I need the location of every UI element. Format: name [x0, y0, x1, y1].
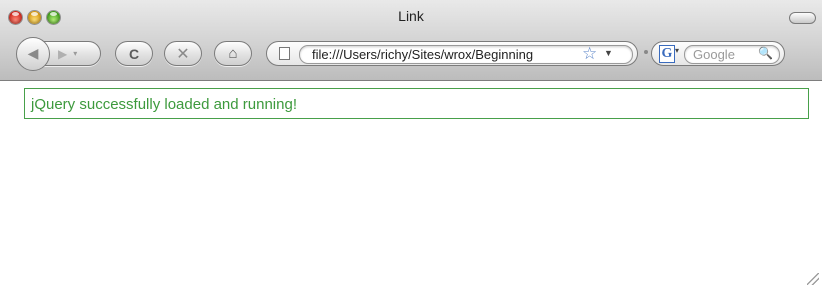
toolbar-toggle-button[interactable]: [789, 12, 816, 24]
resize-grip-icon[interactable]: [807, 273, 819, 285]
forward-button[interactable]: ▶: [58, 47, 67, 61]
separator-dot: [644, 50, 648, 54]
home-icon: ⌂: [228, 45, 238, 62]
back-button[interactable]: ◀: [16, 36, 50, 71]
stop-button[interactable]: ✕: [164, 41, 202, 66]
nav-button-group: ◀ ▶ ▾: [16, 36, 101, 71]
url-text[interactable]: file:///Users/richy/Sites/wrox/Beginning: [312, 47, 576, 62]
forward-arrow-icon: ▶: [58, 46, 68, 61]
history-dropdown-icon[interactable]: ▾: [73, 49, 77, 58]
reload-button[interactable]: C: [115, 41, 153, 66]
url-dropdown-icon[interactable]: ▼: [604, 48, 613, 58]
home-button[interactable]: ⌂: [214, 41, 252, 66]
back-arrow-icon: ◀: [27, 45, 39, 61]
browser-window: Link ◀ ▶ ▾ C ✕ ⌂ file:///Users/richy/Sit…: [0, 0, 822, 288]
status-message-box: jQuery successfully loaded and running!: [24, 88, 809, 119]
search-input[interactable]: Google 🔍: [684, 45, 780, 64]
search-icon[interactable]: 🔍: [758, 46, 773, 60]
status-message: jQuery successfully loaded and running!: [31, 96, 297, 113]
stop-icon: ✕: [176, 45, 190, 63]
window-title: Link: [398, 8, 424, 24]
reload-icon: C: [128, 45, 140, 62]
toolbar: Link ◀ ▶ ▾ C ✕ ⌂ file:///Users/richy/Sit…: [0, 0, 822, 81]
page-content: jQuery successfully loaded and running!: [0, 81, 822, 288]
url-input[interactable]: file:///Users/richy/Sites/wrox/Beginning…: [299, 44, 633, 64]
engine-dropdown-icon[interactable]: ▾: [675, 46, 679, 55]
search-bar: G ▾ Google 🔍: [651, 41, 785, 66]
bookmark-star-icon[interactable]: ☆: [582, 44, 597, 64]
google-engine-icon[interactable]: G: [659, 45, 675, 63]
page-icon: [279, 47, 290, 60]
address-bar: file:///Users/richy/Sites/wrox/Beginning…: [266, 41, 638, 66]
search-placeholder: Google: [693, 47, 735, 62]
